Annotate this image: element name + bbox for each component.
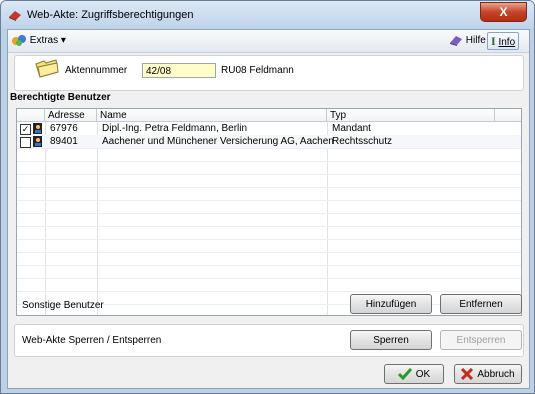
- lock-button[interactable]: Sperren: [350, 330, 432, 350]
- row-adresse: 89401: [50, 136, 78, 147]
- section-title-users: Berechtigte Benutzer: [10, 92, 111, 103]
- close-button[interactable]: X: [480, 2, 527, 22]
- grid-header: Adresse Name Typ: [17, 109, 521, 122]
- extras-label: Extras: [29, 35, 59, 46]
- grid-divider: [327, 122, 328, 315]
- grid-line: [17, 161, 521, 162]
- toolbar: Extras ▾ Hilfe I Info: [8, 30, 529, 53]
- ok-label: OK: [415, 369, 431, 380]
- akte-description: RU08 Feldmann: [221, 65, 294, 76]
- extras-menu[interactable]: Extras ▾: [11, 33, 66, 49]
- dialog-window: Web-Akte: Zugriffsberechtigungen X Extra…: [0, 0, 535, 394]
- lock-label: Web-Akte Sperren / Entsperren: [22, 335, 162, 346]
- row-adresse: 67976: [50, 123, 78, 134]
- table-row[interactable]: ✓ 67976 Dipl.-Ing. Petra Feldmann, Berli…: [17, 122, 521, 135]
- grid-line: [17, 187, 521, 188]
- info-label: Info: [498, 37, 516, 48]
- cancel-label: Abbruch: [477, 369, 515, 380]
- column-header-typ[interactable]: Typ: [327, 109, 495, 122]
- help-book-icon: [450, 36, 462, 47]
- unlock-button[interactable]: Entsperren: [440, 330, 522, 350]
- grid-line: [17, 291, 521, 292]
- other-users-label: Sonstige Benutzer: [22, 300, 104, 311]
- row-checkbox[interactable]: ✓: [20, 124, 31, 135]
- table-row[interactable]: 89401 Aachener und Münchener Versicherun…: [17, 135, 521, 148]
- window-title: Web-Akte: Zugriffsberechtigungen: [27, 9, 194, 21]
- grid-line: [17, 213, 521, 214]
- grid-line: [17, 252, 521, 253]
- grid-divider: [45, 122, 46, 315]
- row-typ: Rechtsschutz: [332, 136, 393, 147]
- cancel-button[interactable]: Abbruch: [454, 364, 522, 384]
- grid-line: [17, 278, 521, 279]
- dialog-client: Extras ▾ Hilfe I Info Aktennummer 42/08 …: [7, 29, 530, 389]
- info-button[interactable]: I Info: [487, 32, 520, 50]
- grid-line: [17, 226, 521, 227]
- row-typ: Mandant: [332, 123, 371, 134]
- row-name: Aachener und Münchener Versicherung AG, …: [102, 136, 334, 147]
- grid-divider: [97, 122, 98, 315]
- extras-icon: [12, 35, 26, 47]
- aktennummer-input[interactable]: 42/08: [142, 63, 216, 78]
- grid-line: [17, 200, 521, 201]
- checkmark-icon: [397, 368, 412, 381]
- users-grid: Adresse Name Typ ✓ 67976 Dipl.-Ing. Petr…: [16, 108, 522, 316]
- remove-user-button[interactable]: Entfernen: [440, 294, 522, 314]
- column-header-select: [17, 109, 45, 122]
- aktennummer-label: Aktennummer: [65, 65, 128, 76]
- grid-line: [17, 148, 521, 149]
- cancel-x-icon: [461, 368, 474, 381]
- app-icon: [9, 11, 21, 21]
- user-contact-icon: [33, 123, 42, 134]
- add-user-button[interactable]: Hinzufügen: [350, 294, 432, 314]
- row-checkbox[interactable]: [20, 137, 31, 148]
- user-contact-icon: [33, 136, 42, 147]
- info-icon: I: [491, 34, 496, 48]
- column-header-adresse[interactable]: Adresse: [45, 109, 97, 122]
- grid-line: [17, 239, 521, 240]
- column-header-name[interactable]: Name: [97, 109, 327, 122]
- grid-line: [17, 265, 521, 266]
- row-name: Dipl.-Ing. Petra Feldmann, Berlin: [102, 123, 248, 134]
- help-button[interactable]: Hilfe: [449, 33, 486, 49]
- help-label: Hilfe: [465, 35, 486, 46]
- chevron-down-icon: ▾: [60, 35, 66, 46]
- title-bar[interactable]: Web-Akte: Zugriffsberechtigungen X: [1, 1, 534, 29]
- grid-line: [17, 174, 521, 175]
- folder-icon: [35, 59, 59, 78]
- ok-button[interactable]: OK: [384, 364, 444, 384]
